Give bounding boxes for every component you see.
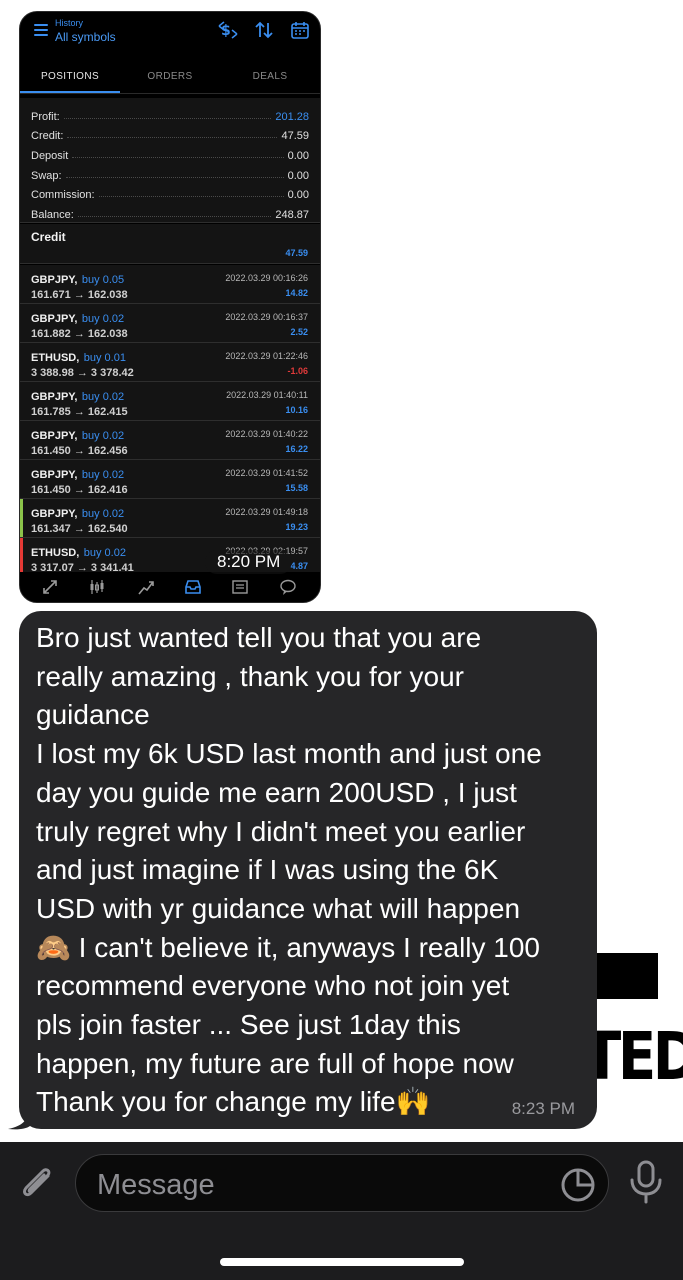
text-message[interactable]: Bro just wanted tell you that you are re…	[19, 611, 597, 1129]
deal-profit: 2.52	[290, 327, 308, 337]
mt-header: History All symbols $	[20, 12, 320, 56]
composer-bar: Message	[0, 1142, 683, 1280]
deal-prices: 161.882 → 162.038	[31, 328, 128, 340]
deal-type: buy 0.05	[81, 274, 125, 286]
trade-icon	[138, 581, 154, 595]
mt-bottom-nav	[20, 572, 320, 602]
deal-symbol: GBPJPY,	[31, 430, 78, 442]
summary-row-deposit: Deposit 0.00	[31, 150, 309, 163]
currency-exchange-icon: $	[218, 21, 238, 39]
deal-time: 2022.03.29 01:40:22	[225, 429, 308, 439]
chart-icon	[90, 580, 104, 594]
mt-header-title: All symbols	[55, 30, 116, 44]
calendar-icon	[291, 22, 309, 39]
credit-section: Credit 47.59	[20, 224, 320, 264]
deal-edge-marker	[20, 421, 23, 459]
paperclip-icon[interactable]	[18, 1162, 58, 1206]
deal-prices: 161.347 → 162.540	[31, 523, 128, 535]
credit-value: 47.59	[285, 248, 308, 258]
deal-time: 2022.03.29 00:16:26	[225, 273, 308, 283]
image-message[interactable]: History All symbols $ POSITIONS ORDERS D…	[19, 11, 321, 603]
news-icon	[232, 580, 248, 594]
summary-row-commission: Commission: 0.00	[31, 189, 309, 202]
summary-row-profit: Profit: 201.28	[31, 110, 309, 123]
deal-type: buy 0.01	[83, 352, 126, 364]
chat-screen: TED History All symbols $ POSITIONS	[0, 0, 683, 1280]
deal-time: 2022.03.29 00:16:37	[225, 312, 308, 322]
summary-row-credit: Credit: 47.59	[31, 130, 309, 143]
deal-time: 2022.03.29 01:40:11	[226, 390, 308, 400]
deal-edge-marker	[20, 265, 23, 303]
menu-icon	[34, 24, 48, 39]
mt-header-small: History	[55, 18, 84, 28]
deal-row[interactable]: GBPJPY, buy 0.05 161.671 → 162.038 2022.03…	[20, 265, 320, 304]
deal-prices: 161.450 → 162.456	[31, 445, 128, 457]
deal-time: 2022.03.29 01:49:18	[225, 507, 308, 517]
deal-edge-marker	[20, 499, 23, 537]
microphone-icon[interactable]	[628, 1158, 664, 1206]
deal-row[interactable]: ETHUSD, buy 0.01 3 388.98 → 3 378.42 2022.…	[20, 343, 320, 382]
deal-time: 2022.03.29 01:41:52	[225, 468, 308, 478]
deal-edge-marker	[20, 538, 23, 576]
sticker-icon[interactable]	[560, 1167, 596, 1203]
deal-type: buy 0.02	[83, 547, 126, 559]
deal-prices: 161.450 → 162.416	[31, 484, 128, 496]
deal-type: buy 0.02	[81, 313, 125, 325]
deal-time: 2022.03.29 01:22:46	[225, 351, 308, 361]
deal-symbol: ETHUSD,	[31, 547, 80, 559]
summary-row-balance: Balance: 248.87	[31, 209, 309, 222]
deal-profit: 14.82	[285, 288, 308, 298]
deal-type: buy 0.02	[81, 391, 125, 403]
deal-row[interactable]: GBPJPY, buy 0.02 161.450 → 162.456 2022.03…	[20, 421, 320, 460]
tab-positions[interactable]: POSITIONS	[20, 60, 120, 93]
deal-prices: 161.671 → 162.038	[31, 289, 128, 301]
deal-row[interactable]: GBPJPY, buy 0.02 161.450 → 162.416 2022.03…	[20, 460, 320, 499]
message-input[interactable]: Message	[75, 1154, 609, 1212]
deal-row[interactable]: GBPJPY, buy 0.02 161.785 → 162.415 2022.03…	[20, 382, 320, 421]
sort-icon	[255, 21, 273, 39]
deal-symbol: GBPJPY,	[31, 469, 78, 481]
deal-profit: 16.22	[285, 444, 308, 454]
tab-deals[interactable]: DEALS	[220, 60, 320, 93]
background-poster-text: TED	[583, 1018, 683, 1095]
deal-edge-marker	[20, 304, 23, 342]
deal-row[interactable]: GBPJPY, buy 0.02 161.882 → 162.038 2022.03…	[20, 304, 320, 343]
message-placeholder: Message	[97, 1169, 215, 1201]
quotes-icon	[43, 580, 57, 594]
deals-list: GBPJPY, buy 0.05 161.671 → 162.038 2022.03…	[20, 265, 320, 577]
deal-prices: 3 388.98 → 3 378.42	[31, 367, 134, 379]
deal-type: buy 0.02	[81, 508, 125, 520]
deal-type: buy 0.02	[81, 469, 125, 481]
home-indicator[interactable]	[220, 1258, 464, 1266]
account-summary: Profit: 201.28 Credit: 47.59 Deposit 0.00 S…	[20, 98, 320, 223]
deal-profit: 10.16	[285, 405, 308, 415]
deal-profit: 19.23	[285, 522, 308, 532]
deal-edge-marker	[20, 343, 23, 381]
deal-symbol: ETHUSD,	[31, 352, 80, 364]
deal-symbol: GBPJPY,	[31, 313, 78, 325]
credit-title: Credit	[31, 230, 66, 244]
deal-symbol: GBPJPY,	[31, 274, 78, 286]
deal-profit: 4.87	[290, 561, 308, 571]
image-message-time: 8:20 PM	[205, 550, 293, 574]
tab-orders[interactable]: ORDERS	[120, 60, 220, 93]
mt-tabs: POSITIONS ORDERS DEALS	[20, 60, 320, 94]
deal-profit: -1.06	[287, 366, 308, 376]
message-text: Bro just wanted tell you that you are re…	[36, 622, 542, 1118]
svg-text:$: $	[221, 23, 231, 39]
deal-profit: 15.58	[285, 483, 308, 493]
deal-prices: 161.785 → 162.415	[31, 406, 128, 418]
deal-symbol: GBPJPY,	[31, 391, 78, 403]
history-icon	[185, 580, 201, 594]
message-time: 8:23 PM	[511, 1099, 575, 1118]
deal-edge-marker	[20, 382, 23, 420]
summary-row-swap: Swap: 0.00	[31, 169, 309, 182]
deal-symbol: GBPJPY,	[31, 508, 78, 520]
deal-type: buy 0.02	[81, 430, 125, 442]
deal-edge-marker	[20, 460, 23, 498]
deal-row[interactable]: GBPJPY, buy 0.02 161.347 → 162.540 2022.03…	[20, 499, 320, 538]
messages-icon	[280, 579, 296, 595]
